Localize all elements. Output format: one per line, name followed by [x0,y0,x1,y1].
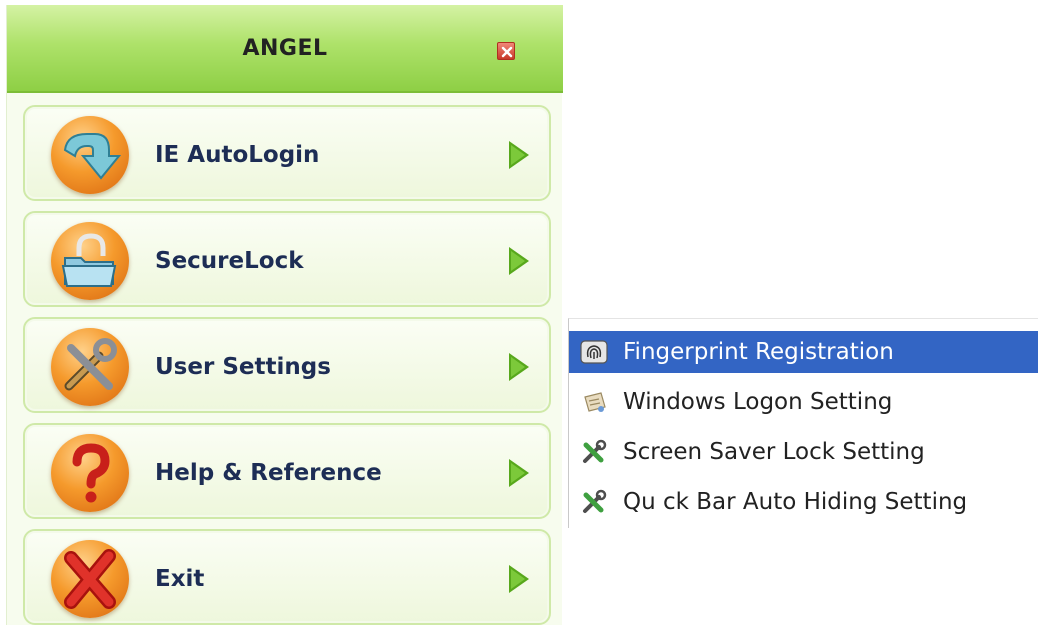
user-settings-submenu: Fingerprint Registration Windows Logon S… [568,318,1038,528]
menu-item-exit[interactable]: Exit [23,529,551,625]
chevron-right-icon [509,565,529,593]
submenu-item-windows-logon-setting[interactable]: Windows Logon Setting [569,381,1038,423]
menu-item-help-reference[interactable]: Help & Reference [23,423,551,519]
menu-item-user-settings[interactable]: User Settings [23,317,551,413]
menu-item-label: User Settings [155,354,331,380]
tools-icon [583,439,607,463]
chevron-right-icon [509,353,529,381]
close-button[interactable] [497,42,515,60]
window-title: ANGEL [242,36,328,61]
menu-item-label: IE AutoLogin [155,142,320,168]
menu-item-label: SecureLock [155,248,304,274]
fingerprint-icon [580,340,608,364]
tools-icon [583,489,607,513]
menu-item-securelock[interactable]: SecureLock [23,211,551,307]
submenu-item-label: Qu ck Bar Auto Hiding Setting [623,489,968,515]
submenu-item-label: Windows Logon Setting [623,389,893,415]
download-arrow-icon [51,116,129,194]
title-bar[interactable]: ANGEL [7,5,563,93]
question-mark-icon [51,434,129,512]
submenu-item-label: Fingerprint Registration [623,339,894,365]
menu-item-label: Exit [155,566,205,592]
chevron-right-icon [509,459,529,487]
chevron-right-icon [509,141,529,169]
menu-item-label: Help & Reference [155,460,382,486]
submenu-item-quick-bar-auto-hiding-setting[interactable]: Qu ck Bar Auto Hiding Setting [569,481,1038,523]
submenu-item-label: Screen Saver Lock Setting [623,439,925,465]
windows-logon-icon [584,392,606,412]
submenu-item-fingerprint-registration[interactable]: Fingerprint Registration [569,331,1038,373]
submenu-item-screen-saver-lock-setting[interactable]: Screen Saver Lock Setting [569,431,1038,473]
folder-lock-icon [51,222,129,300]
tools-icon [51,328,129,406]
menu-item-ie-autologin[interactable]: IE AutoLogin [23,105,551,201]
chevron-right-icon [509,247,529,275]
red-x-icon [51,540,129,618]
close-icon [501,46,513,58]
angel-panel: ANGEL IE AutoLogin SecureLock User Setti… [6,5,563,625]
